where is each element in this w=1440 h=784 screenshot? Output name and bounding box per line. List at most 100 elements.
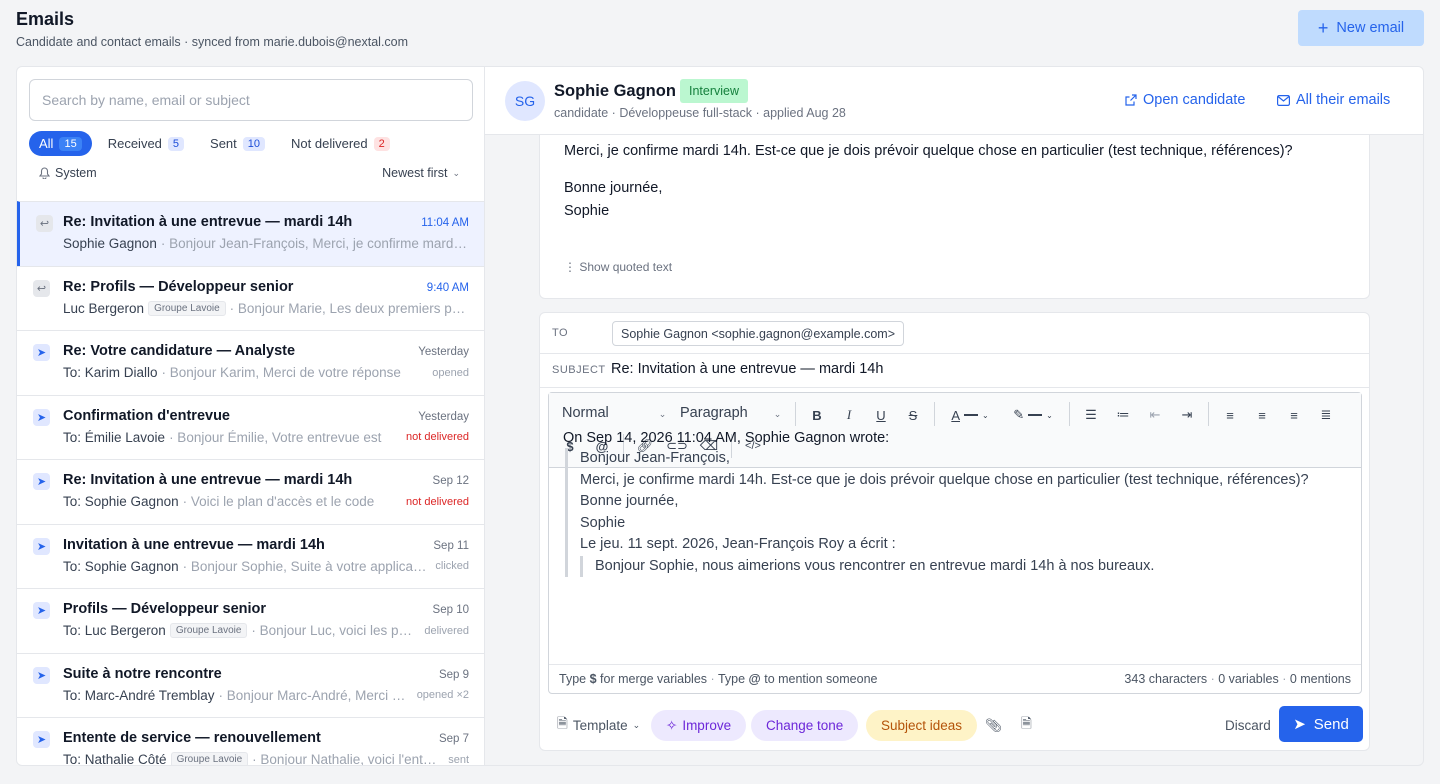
system-toggle[interactable]: System — [39, 166, 97, 180]
chevron-down-icon: ⌄ — [632, 720, 641, 730]
improve-label: Improve — [682, 718, 732, 733]
email-preview: · Bonjour Sophie, Suite à votre applicat… — [182, 558, 428, 574]
all-emails-link[interactable]: All their emails — [1277, 92, 1390, 108]
text-style-select[interactable]: Normal ⌄ — [562, 405, 666, 421]
template-label: Template — [572, 718, 628, 733]
quote-line: Bonne journée, — [580, 493, 679, 509]
composer: TO Sophie Gagnon <sophie.gagnon@example.… — [539, 312, 1370, 751]
filter-count: 15 — [59, 136, 82, 151]
strikethrough-icon[interactable]: S — [901, 403, 925, 427]
open-candidate-link[interactable]: Open candidate — [1125, 92, 1245, 108]
underline-icon[interactable]: U — [869, 403, 893, 427]
send-icon: ➤ — [33, 473, 50, 490]
show-quoted-toggle[interactable]: ⋮ Show quoted text — [564, 260, 672, 274]
italic-icon[interactable]: I — [837, 403, 861, 427]
indent-icon[interactable]: ⇥ — [1175, 403, 1199, 427]
contact-name: Sophie Gagnon — [554, 82, 676, 100]
email-status: delivered — [424, 624, 469, 637]
text-color-icon[interactable]: A ⌄ — [945, 403, 995, 427]
list-item[interactable]: ↩ Re: Invitation à une entrevue — mardi … — [17, 201, 484, 266]
quote-block: Bonjour Jean-François, Merci, je confirm… — [565, 448, 1309, 577]
filter-sent[interactable]: Sent 10 — [200, 131, 275, 156]
list-item[interactable]: ➤ Re: Votre candidature — Analyste Yeste… — [17, 330, 484, 395]
email-subject: Profils — Développeur senior — [63, 601, 267, 617]
email-subject: Re: Invitation à une entrevue — mardi 14… — [63, 472, 353, 488]
list-item[interactable]: ➤ Profils — Développeur senior Sep 10 To… — [17, 588, 484, 653]
block-type-value: Paragraph — [680, 405, 748, 421]
reply-icon: ↩ — [33, 279, 50, 297]
email-time: Sep 9 — [438, 668, 469, 681]
bell-icon — [39, 167, 50, 179]
filter-bar: All 15 Received 5 Sent 10 Not delivered 2 — [29, 131, 400, 156]
email-time: Sep 12 — [432, 475, 469, 487]
list-item[interactable]: ➤ Suite à notre rencontre Sep 9 To: Marc… — [17, 652, 484, 718]
new-email-button[interactable]: + New email — [1298, 10, 1424, 46]
filter-not-delivered[interactable]: Not delivered 2 — [281, 131, 400, 156]
email-detail-panel: Merci, je confirme mardi 14h. Est-ce que… — [485, 66, 1424, 766]
highlight-icon[interactable]: ✎ ⌄ — [1007, 403, 1059, 427]
subject-label: SUBJECT — [552, 364, 606, 376]
bold-icon[interactable]: B — [805, 403, 829, 427]
discard-button[interactable]: Discard — [1211, 710, 1285, 741]
to-label: TO — [552, 327, 569, 339]
subject-ideas-button[interactable]: Subject ideas — [866, 710, 978, 741]
recipient-chip[interactable]: Sophie Gagnon <sophie.gagnon@example.com… — [612, 321, 904, 346]
external-link-icon — [1125, 94, 1137, 106]
quote-line: Merci, je confirme mardi 14h. Est-ce que… — [580, 471, 1309, 488]
subject-field[interactable]: Re: Invitation à une entrevue — mardi 14… — [611, 361, 883, 377]
document-icon: 🗎︎ — [557, 716, 568, 731]
message-card: Merci, je confirme mardi 14h. Est-ce que… — [539, 121, 1370, 299]
list-item[interactable]: ➤ Entente de service — renouvellement Se… — [17, 717, 484, 766]
change-tone-button[interactable]: Change tone — [751, 710, 859, 741]
bullet-list-icon[interactable]: ≔ — [1111, 403, 1135, 427]
template-button[interactable]: 🗎︎ Template ⌄ — [542, 710, 655, 741]
email-sender: To: Sophie Gagnon — [63, 494, 179, 509]
filter-received[interactable]: Received 5 — [98, 131, 194, 156]
align-left-icon[interactable]: ≡ — [1218, 403, 1242, 427]
sparkle-icon: ✧ — [666, 717, 678, 733]
email-subject: Invitation à une entrevue — mardi 14h — [63, 536, 325, 553]
email-status: sent — [448, 753, 469, 766]
filter-label: Sent — [210, 136, 237, 151]
email-time: 9:40 AM — [426, 281, 469, 294]
list-item[interactable]: ➤ Confirmation d'entrevue Yesterday To: … — [17, 394, 484, 460]
open-candidate-label: Open candidate — [1143, 92, 1246, 108]
company-tag: Groupe Lavoie — [170, 752, 249, 765]
search-input[interactable] — [29, 79, 473, 121]
email-sender: To: Émilie Lavoie — [63, 429, 166, 445]
email-subject: Re: Votre candidature — Analyste — [63, 343, 296, 359]
ordered-list-icon[interactable]: ☰ — [1079, 403, 1103, 427]
document-attach-icon[interactable]: 🗎︎ — [1013, 710, 1040, 741]
send-icon: ➤ — [33, 344, 50, 361]
outdent-icon[interactable]: ⇤ — [1143, 403, 1167, 427]
improve-button[interactable]: ✧ Improve — [651, 710, 747, 741]
sort-label: Newest first — [382, 166, 448, 180]
email-list: ↩ Re: Invitation à une entrevue — mardi … — [17, 201, 484, 766]
sort-dropdown[interactable]: Newest first ⌄ — [382, 166, 460, 180]
email-preview: · Bonjour Nathalie, voici l'entente — [252, 752, 441, 766]
filter-all[interactable]: All 15 — [29, 131, 92, 156]
send-icon: ➤ — [33, 537, 50, 555]
list-item[interactable]: ➤ Re: Invitation à une entrevue — mardi … — [17, 459, 484, 524]
block-type-select[interactable]: Paragraph ⌄ — [680, 405, 781, 421]
rich-text-editor[interactable]: Normal ⌄ Paragraph ⌄ B I U S A ⌄ ✎ ⌄ ☰ ≔ ⇤ ⇥… — [548, 392, 1362, 694]
email-status: not delivered — [406, 431, 469, 443]
send-button[interactable]: ➤ Send — [1279, 706, 1363, 742]
composer-actions: 🗎︎ Template ⌄ ✧ Improve Change tone Subject… — [540, 706, 1369, 750]
list-item[interactable]: ↩ Re: Profils — Développeur senior 9:40 … — [17, 265, 484, 331]
align-center-icon[interactable]: ≡ — [1250, 403, 1274, 427]
hint-text: Type — [717, 672, 746, 686]
mention-count: 0 mentions — [1289, 672, 1351, 686]
email-list-panel: All 15 Received 5 Sent 10 Not delivered 2 Sy… — [16, 66, 485, 766]
list-item[interactable]: ➤ Invitation à une entrevue — mardi 14h … — [17, 523, 484, 589]
align-right-icon[interactable]: ≡ — [1282, 403, 1306, 427]
attachment-icon[interactable]: 📎︎ — [977, 710, 1010, 741]
align-justify-icon[interactable]: ≣ — [1314, 403, 1338, 427]
company-tag: Groupe Lavoie — [148, 300, 226, 316]
company-tag: Groupe Lavoie — [169, 623, 248, 638]
contact-meta: candidate · Développeuse full-stack · ap… — [554, 106, 846, 120]
email-sender: To: Sophie Gagnon — [63, 558, 179, 574]
hint-text: Type — [559, 672, 587, 686]
hint-text: to mention someone — [764, 672, 878, 686]
email-time: 11:04 AM — [421, 217, 469, 229]
